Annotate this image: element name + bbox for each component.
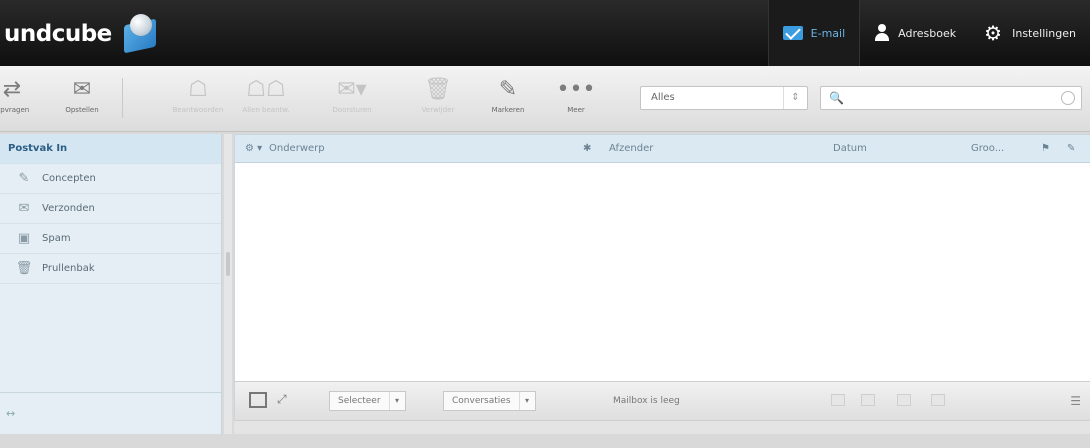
nav-settings[interactable]: ⚙ Instellingen <box>970 0 1090 66</box>
flag-column-icon[interactable]: ✱ <box>583 143 591 154</box>
preview-toggle-icon[interactable] <box>249 392 267 408</box>
reply-icon: ☖ <box>188 77 208 102</box>
more-icon: ••• <box>556 77 596 102</box>
spam-icon: ▣ <box>17 231 31 246</box>
toolbar-divider <box>122 78 123 118</box>
last-page-icon[interactable] <box>931 394 945 406</box>
column-subject[interactable]: Onderwerp <box>269 143 325 154</box>
logo-cube-icon <box>120 14 162 54</box>
addressbook-icon <box>874 24 890 42</box>
top-navigation: E-mail Adresboek ⚙ Instellingen <box>767 0 1090 66</box>
compose-button[interactable]: ✉ Opstellen <box>52 76 112 114</box>
nav-addressbook[interactable]: Adresboek <box>860 0 970 66</box>
folder-spam[interactable]: ▣ Spam <box>0 224 221 254</box>
message-list: ⚙ ▾ Onderwerp ✱ Afzender Datum Groo... ⚑… <box>234 134 1090 434</box>
attachment-icon[interactable]: ✎ <box>1067 143 1075 154</box>
folder-trash-label: Prullenbak <box>42 263 95 274</box>
threads-menu-label: Conversaties <box>452 396 511 406</box>
nav-mail-label: E-mail <box>810 26 846 40</box>
folder-inbox-label: Postvak In <box>8 143 68 154</box>
list-footer: ⤢ Selecteer ▾ Conversaties ▾ Mailbox is … <box>235 381 1090 421</box>
delete-label: Verwijder <box>421 106 455 114</box>
reply-all-label: Allen beantw. <box>242 106 290 114</box>
nav-mail[interactable]: E-mail <box>767 0 861 66</box>
list-options-icon[interactable]: ⚙ ▾ <box>245 143 262 154</box>
folder-list: Postvak In ✎ Concepten ✉ Verzonden ▣ Spa… <box>0 134 222 434</box>
bottom-strip <box>234 420 1090 434</box>
search-reset-icon[interactable] <box>1061 91 1075 105</box>
search-icon[interactable]: 🔍 <box>829 91 844 105</box>
flag-icon[interactable]: ⚑ <box>1041 143 1050 154</box>
forward-label: Doorsturen <box>332 106 372 114</box>
logo-text: undcube <box>4 21 112 47</box>
forward-button[interactable]: ✉▾ Doorsturen <box>322 76 382 114</box>
chevron-down-icon: ⇕ <box>783 87 807 109</box>
collapse-icon[interactable]: ↔ <box>6 407 15 420</box>
first-page-icon[interactable] <box>831 394 845 406</box>
folder-sent-label: Verzonden <box>42 203 95 214</box>
filter-select-value: Alles <box>651 92 675 103</box>
mark-button[interactable]: ✎ Markeren <box>478 76 538 114</box>
threads-menu[interactable]: Conversaties ▾ <box>443 391 536 411</box>
select-menu[interactable]: Selecteer ▾ <box>329 391 406 411</box>
compose-icon: ✉ <box>72 77 92 102</box>
previous-page-icon[interactable] <box>861 394 875 406</box>
folder-drafts[interactable]: ✎ Concepten <box>0 164 221 194</box>
chevron-down-icon: ▾ <box>388 392 405 410</box>
trash-icon: 🗑 <box>15 261 33 276</box>
reply-all-button[interactable]: ☖☖ Allen beantw. <box>236 76 296 114</box>
mark-label: Markeren <box>491 106 525 114</box>
mail-icon <box>782 26 803 40</box>
more-label: Meer <box>567 106 585 114</box>
reply-label: Beantwoorden <box>172 106 224 114</box>
drafts-icon: ✎ <box>18 171 30 186</box>
column-size[interactable]: Groo... <box>971 143 1004 154</box>
delete-button[interactable]: 🗑 Verwijder <box>408 76 468 114</box>
folder-sent[interactable]: ✉ Verzonden <box>0 194 221 224</box>
list-body <box>235 163 1090 381</box>
splitter-grip[interactable] <box>226 252 230 276</box>
list-menu-icon[interactable]: ☰ <box>1070 394 1081 408</box>
folder-spam-label: Spam <box>42 233 71 244</box>
delete-icon: 🗑 <box>424 77 452 102</box>
list-header: ⚙ ▾ Onderwerp ✱ Afzender Datum Groo... ⚑… <box>235 135 1090 163</box>
folder-trash[interactable]: 🗑 Prullenbak <box>0 254 221 284</box>
next-page-icon[interactable] <box>897 394 911 406</box>
search-box: 🔍 <box>820 86 1082 110</box>
reply-button[interactable]: ☖ Beantwoorden <box>168 76 228 114</box>
folder-inbox[interactable]: Postvak In <box>0 134 221 164</box>
folder-drafts-label: Concepten <box>42 173 96 184</box>
gear-icon: ⚙ <box>984 21 1003 45</box>
mark-icon: ✎ <box>498 77 518 102</box>
expand-threads-icon[interactable]: ⤢ <box>277 392 287 407</box>
refresh-icon: ⇄ <box>2 77 22 102</box>
more-button[interactable]: ••• Meer <box>546 76 606 114</box>
mailbox-status: Mailbox is leeg <box>613 396 680 406</box>
header-bar: undcube E-mail Adresboek ⚙ Instellingen <box>0 0 1090 66</box>
nav-settings-label: Instellingen <box>1012 26 1076 40</box>
filter-select[interactable]: Alles ⇕ <box>640 86 808 110</box>
sent-icon: ✉ <box>18 201 30 216</box>
folder-list-footer: ↔ <box>0 392 222 434</box>
search-input[interactable] <box>851 89 1051 107</box>
chevron-down-icon: ▾ <box>518 392 535 410</box>
select-menu-label: Selecteer <box>338 396 381 406</box>
compose-label: Opstellen <box>65 106 99 114</box>
forward-icon: ✉▾ <box>337 77 367 102</box>
pane-splitter[interactable] <box>224 134 232 434</box>
refresh-label: Opvragen <box>0 106 30 114</box>
logo[interactable]: undcube <box>0 14 162 54</box>
column-date[interactable]: Datum <box>833 143 867 154</box>
refresh-button[interactable]: ⇄ Opvragen <box>0 76 42 114</box>
column-from[interactable]: Afzender <box>609 143 653 154</box>
nav-addressbook-label: Adresboek <box>898 26 957 40</box>
reply-all-icon: ☖☖ <box>246 77 286 102</box>
